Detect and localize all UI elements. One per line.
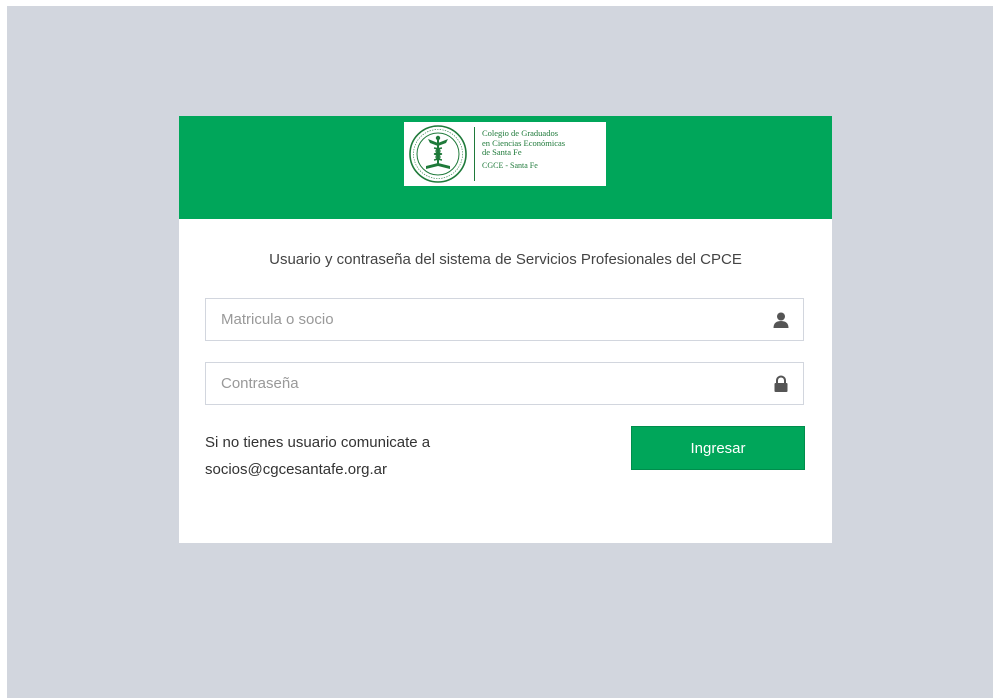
seal-icon (409, 125, 467, 183)
logo-text: Colegio de Graduados en Ciencias Económi… (482, 128, 604, 170)
logo-line-4: CGCE - Santa Fe (482, 160, 538, 170)
help-text-line: Si no tienes usuario comunicate a (205, 434, 431, 451)
logo-line-3: de Santa Fe (482, 147, 522, 157)
username-input[interactable] (206, 299, 803, 340)
logo-divider (474, 127, 475, 181)
login-subtitle: Usuario y contraseña del sistema de Serv… (269, 251, 742, 268)
page-background: Colegio de Graduados en Ciencias Económi… (7, 6, 993, 698)
login-header: Colegio de Graduados en Ciencias Económi… (179, 116, 832, 219)
registration-help: Si no tienes usuario comunicate a socios… (205, 429, 525, 483)
lock-icon (774, 375, 788, 392)
user-icon (773, 312, 789, 328)
password-input[interactable] (206, 363, 803, 404)
username-field[interactable] (205, 298, 804, 341)
contact-email: socios@cgcesantafe.org.ar (205, 461, 387, 478)
login-box: Colegio de Graduados en Ciencias Económi… (179, 116, 832, 543)
login-button[interactable]: Ingresar (631, 426, 805, 470)
password-field[interactable] (205, 362, 804, 405)
institution-logo: Colegio de Graduados en Ciencias Económi… (404, 122, 606, 186)
